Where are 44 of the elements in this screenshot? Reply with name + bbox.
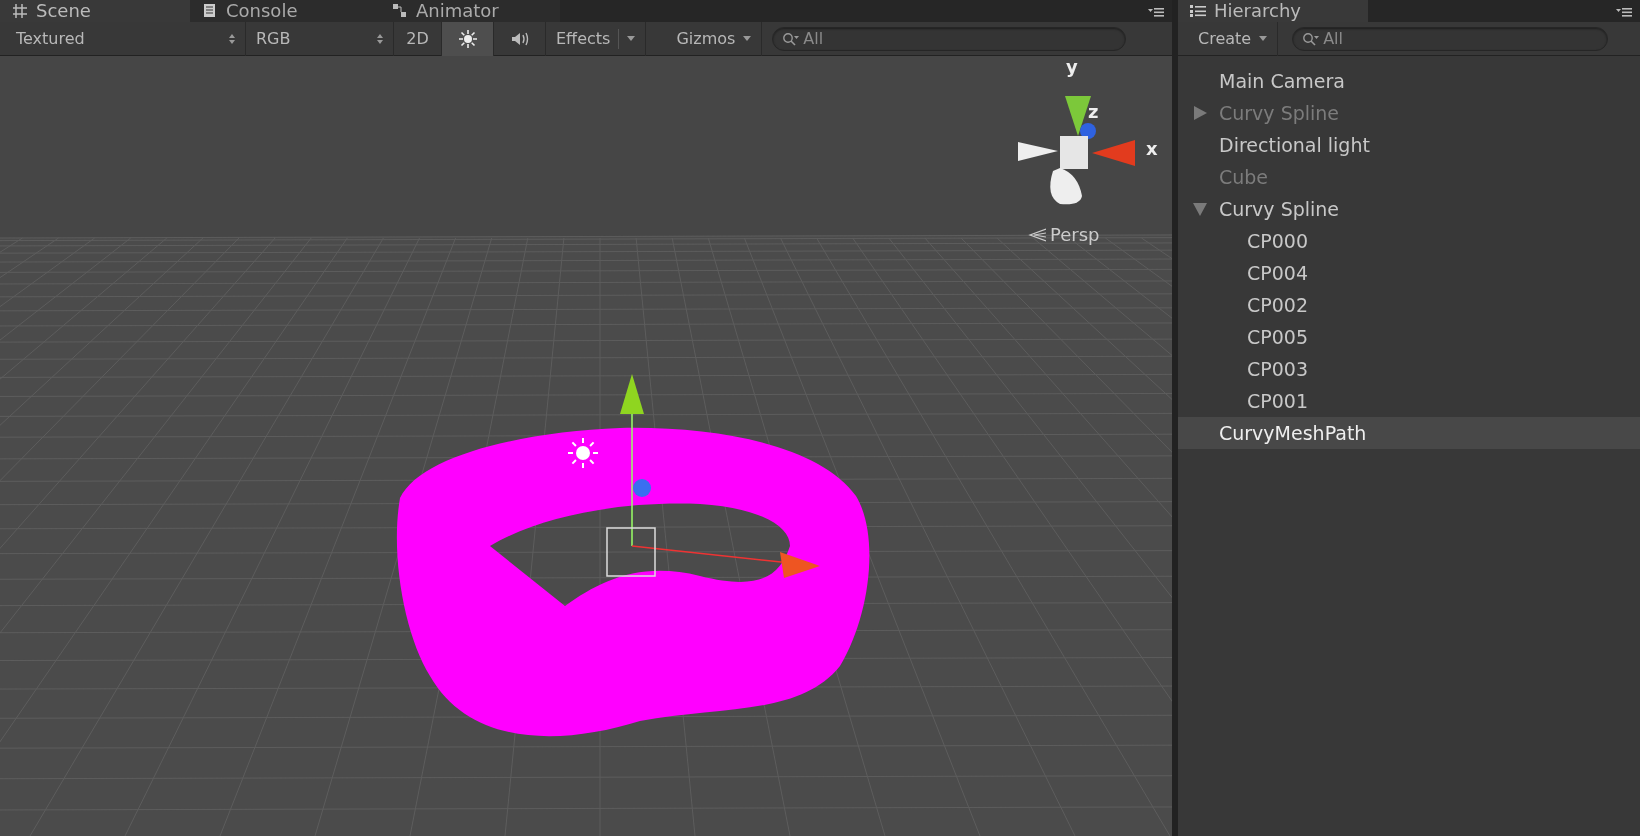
caret-icon [743,36,752,41]
perspective-icon [1028,227,1046,242]
hierarchy-item[interactable]: CP002 [1178,289,1640,321]
axis-label: y [1066,56,1078,77]
orientation-gizmo[interactable] [1018,96,1135,205]
move-gizmo[interactable] [606,374,820,578]
panel-menu-icon [1148,6,1164,18]
hierarchy-item[interactable]: CP001 [1178,385,1640,417]
search-field[interactable]: All [772,26,1127,51]
panel-menu-icon [1616,6,1632,18]
light-icon [567,437,599,469]
hierarchy-item[interactable]: CP003 [1178,353,1640,385]
hierarchy-item[interactable]: CurvyMeshPath [1178,417,1640,449]
tab[interactable]: Hierarchy [1178,0,1368,22]
search-field[interactable]: All [1292,26,1609,51]
axis-label: z [1088,101,1099,122]
tab[interactable]: Scene [0,0,190,22]
caret-icon [1259,36,1268,41]
hierarchy-item[interactable]: CP005 [1178,321,1640,353]
hierarchy-item[interactable]: Main Camera [1178,65,1640,97]
node-icon [392,3,408,19]
toolbar-button[interactable] [442,21,494,56]
document-icon [202,3,218,19]
tab[interactable]: Animator [380,0,560,22]
sun-icon [457,28,478,49]
hierarchy-item[interactable]: Directional light [1178,129,1640,161]
hierarchy-item[interactable]: CP000 [1178,225,1640,257]
projection-label[interactable]: Persp [1050,224,1100,245]
grid-icon [12,3,28,19]
dropdown[interactable]: Textured [6,21,246,56]
tab[interactable]: Console [190,0,380,22]
gizmos-dropdown[interactable]: Gizmos [666,21,763,56]
create-dropdown[interactable]: Create [1188,21,1279,56]
list-icon [1190,5,1206,17]
stepper-arrows-icon [377,33,383,44]
axis-label: x [1146,138,1158,159]
stepper-arrows-icon [229,33,235,44]
caret-icon [627,36,636,41]
dropdown[interactable]: RGB [246,21,394,56]
hierarchy-item[interactable]: CP004 [1178,257,1640,289]
search-icon [1302,31,1321,47]
effects-dropdown[interactable]: Effects [546,21,647,56]
search-icon [782,31,801,47]
hierarchy-item[interactable]: Curvy Spline [1178,193,1640,225]
